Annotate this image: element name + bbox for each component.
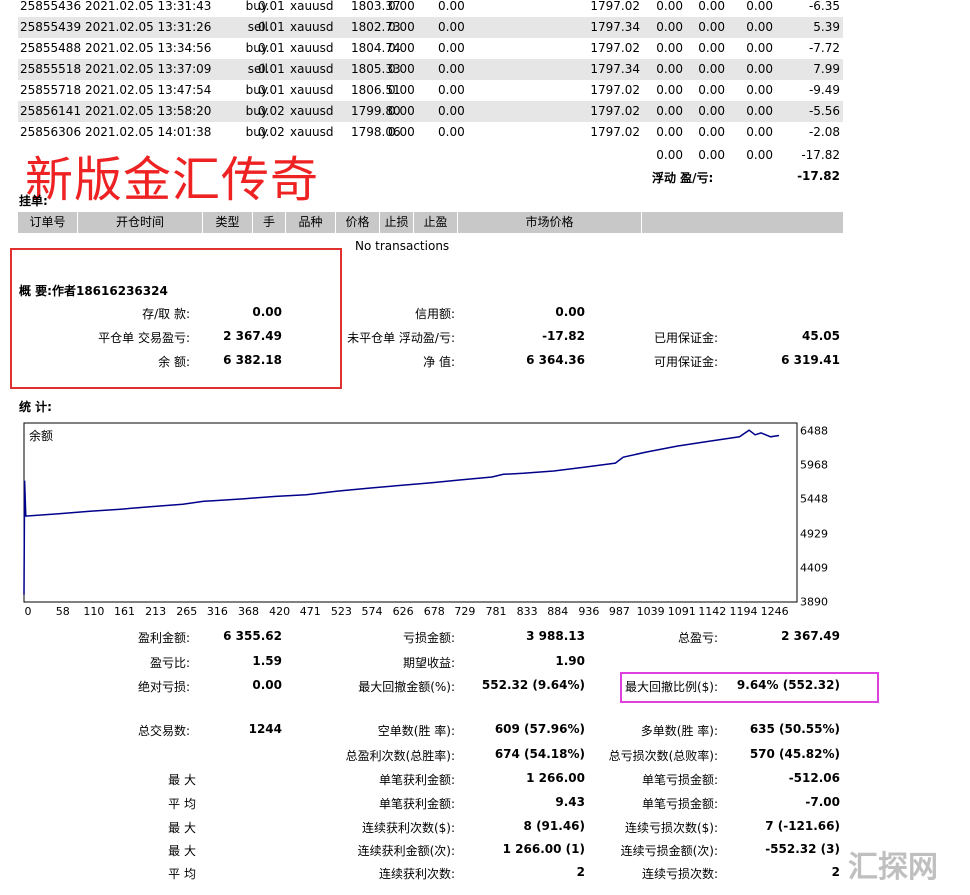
x-tick-label: 936 [578,605,600,618]
max-label-3: 最 大 [168,844,196,858]
corner-watermark-logo: 汇探网 [848,850,938,885]
x-tick-label: 58 [55,605,70,618]
x-tick-label: 420 [269,605,291,618]
x-tick-label: 833 [516,605,538,618]
max-consecutive-losses-label: 连续亏损次数($): [624,821,718,835]
rel-drawdown-value: 9.64% (552.32) [736,678,840,692]
net-profit-label: 总盈亏: [677,631,718,645]
x-tick-label: 1039 [636,605,665,618]
max-consecutive-profit-value: 1 266.00 (1) [502,842,585,856]
abs-drawdown-value: 0.00 [252,678,282,692]
y-tick-label: 5448 [800,492,828,506]
abs-drawdown-label: 绝对亏损: [137,680,190,694]
gross-loss-label: 亏损金额: [402,631,455,645]
chart-title: 余额 [29,429,54,443]
rel-drawdown-label: 最大回撤比例($): [624,680,718,694]
profit-factor-label: 盈亏比: [149,656,190,670]
x-tick-label: 368 [238,605,259,618]
profit-trades-value: 674 (54.18%) [494,747,585,761]
x-tick-label: 213 [145,605,167,618]
x-tick-label: 316 [206,605,228,618]
x-tick-label: 1142 [698,605,727,618]
y-tick-label: 6488 [800,424,828,438]
x-tick-label: 523 [330,605,352,618]
gross-profit-label: 盈利金额: [137,631,190,645]
max-drawdown-value: 552.32 (9.64%) [481,678,585,692]
avg-loss-value: -7.00 [805,795,840,809]
avg-consecutive-wins-value: 2 [576,865,585,879]
avg-profit-value: 9.43 [555,795,585,809]
gross-profit-value: 6 355.62 [223,629,282,643]
loss-trades-value: 570 (45.82%) [749,747,840,761]
avg-profit-label: 单笔获利金额: [378,797,455,811]
largest-loss-value: -512.06 [788,771,840,785]
max-consecutive-losses-value: 7 (-121.66) [765,819,840,833]
profit-factor-value: 1.59 [252,654,282,668]
avg-label-2: 平 均 [168,867,196,881]
x-tick-label: 626 [392,605,414,618]
loss-trades-label: 总亏损次数(总败率): [608,749,718,763]
x-tick-label: 884 [547,605,569,618]
x-tick-label: 987 [608,605,630,618]
largest-profit-value: 1 266.00 [526,771,585,785]
x-tick-label: 265 [176,605,198,618]
avg-loss-label: 单笔亏损金额: [641,797,718,811]
avg-consecutive-wins-label: 连续获利次数: [378,867,455,881]
avg-label-1: 平 均 [168,797,196,811]
x-tick-label: 1246 [760,605,789,618]
expected-payoff-label: 期望收益: [402,656,455,670]
max-consecutive-loss-label: 连续亏损金额(次): [620,844,718,858]
x-tick-label: 471 [299,605,321,618]
gross-loss-value: 3 988.13 [526,629,585,643]
total-trades-label: 总交易数: [137,724,190,738]
max-consecutive-wins-value: 8 (91.46) [523,819,585,833]
x-tick-label: 574 [361,605,383,618]
max-consecutive-wins-label: 连续获利次数($): [361,821,455,835]
avg-consecutive-losses-label: 连续亏损次数: [641,867,718,881]
short-trades-label: 空单数(胜 率): [377,724,455,738]
profit-trades-label: 总盈利次数(总胜率): [345,749,455,763]
x-tick-label: 678 [423,605,445,618]
largest-loss-label: 单笔亏损金额: [641,773,718,787]
max-label-2: 最 大 [168,821,196,835]
total-trades-value: 1244 [248,722,282,736]
x-tick-label: 729 [454,605,476,618]
short-trades-value: 609 (57.96%) [494,722,585,736]
expected-payoff-value: 1.90 [555,654,585,668]
long-trades-value: 635 (50.55%) [749,722,840,736]
x-tick-label: 161 [113,605,135,618]
max-consecutive-profit-label: 连续获利金额(次): [357,844,455,858]
largest-profit-label: 单笔获利金额: [378,773,455,787]
x-tick-label: 110 [83,605,105,618]
max-consecutive-loss-value: -552.32 (3) [765,842,840,856]
y-tick-label: 3890 [800,595,828,609]
y-tick-label: 4929 [800,527,828,541]
avg-consecutive-losses-value: 2 [831,865,840,879]
x-tick-label: 1091 [667,605,696,618]
max-drawdown-label: 最大回撤金额(%): [358,680,455,694]
chart-plot-area [23,422,798,603]
net-profit-value: 2 367.49 [781,629,840,643]
x-tick-label: 781 [485,605,507,618]
y-tick-label: 4409 [800,561,828,575]
max-label-1: 最 大 [168,773,196,787]
x-tick-label: 1194 [729,605,758,618]
long-trades-label: 多单数(胜 率): [640,724,718,738]
x-tick-label: 0 [24,605,32,618]
y-tick-label: 5968 [800,458,828,472]
